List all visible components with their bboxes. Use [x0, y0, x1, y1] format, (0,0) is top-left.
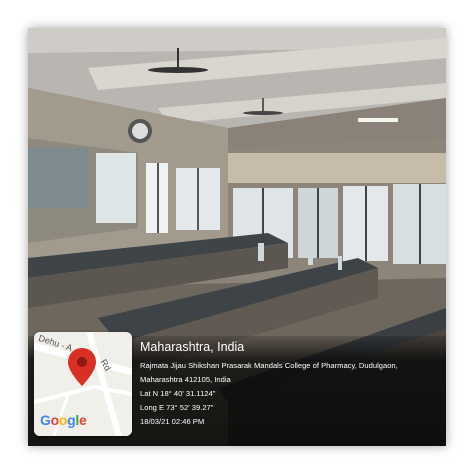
timestamp: 18/03/21 02:46 PM — [140, 417, 205, 426]
location-pin-icon — [68, 348, 96, 386]
google-logo-letter: o — [50, 412, 60, 428]
longitude: Long E 73° 52' 39.27" — [140, 403, 214, 412]
location-title: Maharashtra, India — [140, 340, 245, 354]
address-line-2: Maharashtra 412105, India — [140, 375, 231, 384]
photo-frame: Dehu - A Rd Google Maharashtra, India Ra… — [0, 0, 474, 475]
address-line-1: Rajmata Jijau Shikshan Prasarak Mandals … — [140, 361, 398, 370]
geotag-info: Maharashtra, India Rajmata Jijau Shiksha… — [140, 340, 440, 429]
lab-photo: Dehu - A Rd Google Maharashtra, India Ra… — [28, 28, 446, 446]
google-logo: Google — [40, 412, 87, 428]
google-logo-letter: o — [58, 412, 68, 428]
google-logo-letter: g — [67, 412, 76, 428]
google-logo-letter: e — [78, 412, 87, 428]
latitude: Lat N 18° 40' 31.1124" — [140, 389, 216, 398]
map-thumbnail[interactable]: Dehu - A Rd Google — [34, 332, 132, 436]
google-logo-letter: G — [40, 412, 51, 428]
